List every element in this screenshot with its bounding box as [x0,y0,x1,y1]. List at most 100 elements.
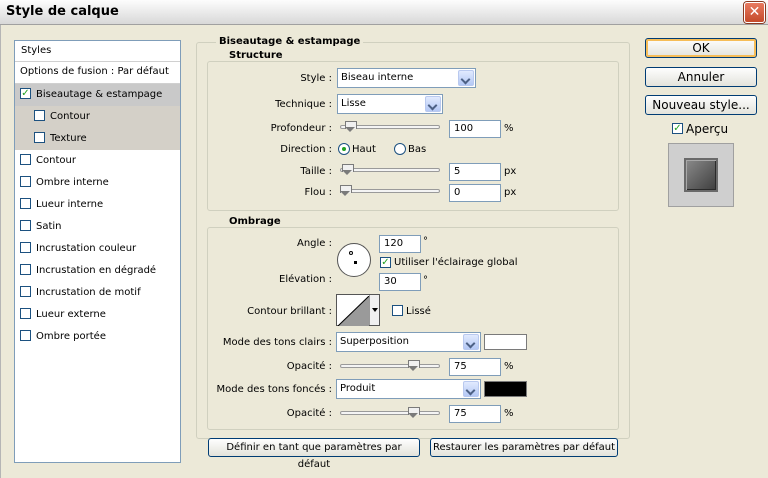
style-item-label: Incrustation couleur [36,243,137,254]
direction-down-radio[interactable] [394,143,406,155]
drop-shadow-checkbox[interactable] [20,330,31,341]
ok-button[interactable]: OK [645,38,757,58]
style-item-label: Lueur interne [36,199,104,210]
style-item-drop-shadow[interactable]: Ombre portée [15,326,180,348]
style-item-color-overlay[interactable]: Incrustation couleur [15,238,180,260]
stroke-checkbox[interactable] [20,154,31,165]
style-item-bevel-emboss[interactable]: ✓ Biseautage & estampage [15,84,180,106]
outer-glow-checkbox[interactable] [20,308,31,319]
direction-label: Direction : [280,144,332,155]
style-item-contour-sub[interactable]: Contour [15,106,180,128]
shadow-mode-label: Mode des tons foncés : [216,384,332,395]
depth-unit: % [504,123,514,134]
direction-up-radio[interactable] [338,143,350,155]
style-item-inner-glow[interactable]: Lueur interne [15,194,180,216]
title-bar: Style de calque ✕ [0,0,768,25]
gradient-overlay-checkbox[interactable] [20,264,31,275]
texture-checkbox[interactable] [34,132,45,143]
preview-checkbox[interactable]: ✓ [672,123,683,134]
slider-thumb[interactable] [408,360,420,372]
slider-track [340,168,440,172]
style-item-stroke[interactable]: Contour [15,150,180,172]
slider-thumb[interactable] [345,121,357,133]
chevron-down-icon[interactable] [425,96,441,112]
highlight-mode-select[interactable]: Superposition [336,332,481,352]
angle-label: Angle : [296,238,332,249]
depth-input[interactable]: 100 [449,120,501,138]
shadow-color-swatch[interactable] [484,381,527,397]
chevron-down-icon[interactable] [463,381,479,397]
style-item-label: Incrustation en dégradé [36,265,157,276]
gloss-contour-picker[interactable] [336,294,380,326]
cancel-button[interactable]: Annuler [645,67,757,87]
soften-input[interactable]: 0 [449,184,501,202]
style-item-label: Incrustation de motif [36,287,141,298]
chevron-down-icon[interactable] [458,70,474,86]
highlight-opacity-slider[interactable] [340,360,440,374]
style-item-gradient-overlay[interactable]: Incrustation en dégradé [15,260,180,282]
shadow-mode-value: Produit [340,383,376,394]
style-item-inner-shadow[interactable]: Ombre interne [15,172,180,194]
chevron-down-icon[interactable] [463,334,479,350]
style-item-satin[interactable]: Satin [15,216,180,238]
blending-options-item[interactable]: Options de fusion : Par défaut [15,62,180,84]
angle-center [354,261,357,264]
bevel-emboss-checkbox[interactable]: ✓ [20,88,31,99]
global-light-label: Utiliser l'éclairage global [394,257,518,268]
bevel-style-select[interactable]: Biseau interne [337,68,476,88]
angle-dial[interactable] [337,243,371,277]
soften-unit: px [504,187,517,198]
antialias-checkbox[interactable] [392,305,403,316]
size-slider[interactable] [340,164,440,178]
color-overlay-checkbox[interactable] [20,242,31,253]
highlight-color-swatch[interactable] [484,334,527,350]
shading-title: Ombrage [226,216,284,227]
contour-sub-checkbox[interactable] [34,110,45,121]
altitude-input[interactable]: 30 [379,273,421,291]
style-item-texture[interactable]: Texture [15,128,180,150]
slider-track [340,364,440,368]
style-item-label: Texture [50,133,87,144]
size-unit: px [504,166,517,177]
size-input[interactable]: 5 [449,163,501,181]
highlight-opacity-input[interactable]: 75 [449,358,501,376]
highlight-mode-label: Mode des tons clairs : [222,337,332,348]
blending-options-label: Options de fusion : Par défaut [20,66,169,77]
slider-thumb[interactable] [342,164,354,176]
angle-unit: ° [423,236,428,247]
new-style-button[interactable]: Nouveau style... [645,95,757,115]
direction-up-label: Haut [352,144,376,155]
make-default-button[interactable]: Définir en tant que paramètres par défau… [208,438,420,470]
pattern-overlay-checkbox[interactable] [20,286,31,297]
angle-input[interactable]: 120 [379,235,421,253]
reset-default-button[interactable]: Restaurer les paramètres par défaut [430,438,618,457]
shadow-mode-select[interactable]: Produit [336,379,481,399]
close-icon[interactable]: ✕ [744,2,765,23]
style-item-label: Contour [50,111,90,122]
shadow-opacity-input[interactable]: 75 [449,405,501,423]
slider-track [340,411,440,415]
chevron-down-icon[interactable] [369,295,379,325]
styles-header[interactable]: Styles [15,41,180,62]
style-item-outer-glow[interactable]: Lueur externe [15,304,180,326]
technique-select[interactable]: Lisse [337,94,443,114]
depth-slider[interactable] [340,121,440,135]
styles-header-label: Styles [21,45,52,56]
depth-label: Profondeur : [270,123,332,134]
inner-shadow-checkbox[interactable] [20,176,31,187]
direction-down-label: Bas [408,144,427,155]
technique-value: Lisse [341,98,366,109]
global-light-checkbox[interactable]: ✓ [380,257,391,268]
gloss-contour-label: Contour brillant : [247,306,332,317]
inner-glow-checkbox[interactable] [20,198,31,209]
slider-thumb[interactable] [340,185,352,197]
satin-checkbox[interactable] [20,220,31,231]
slider-thumb[interactable] [408,407,420,419]
style-item-pattern-overlay[interactable]: Incrustation de motif [15,282,180,304]
soften-slider[interactable] [340,185,440,199]
style-item-label: Lueur externe [36,309,106,320]
shadow-opacity-slider[interactable] [340,407,440,421]
altitude-unit: ° [423,275,428,286]
highlight-opacity-label: Opacité : [286,361,332,372]
highlight-mode-value: Superposition [340,336,409,347]
